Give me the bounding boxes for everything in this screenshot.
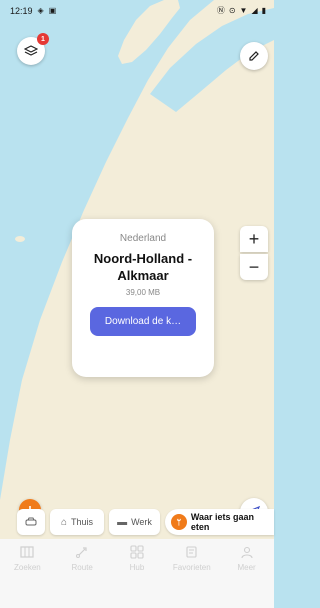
home-label: Thuis [71, 517, 94, 527]
status-bar: 12:19 ◈ ▣ Ⓝ ⊙ ▼ ◢ ▮ [0, 0, 274, 22]
work-chip[interactable]: ▬ Werk [109, 509, 160, 535]
status-time: 12:19 [10, 6, 33, 16]
more-icon [239, 544, 255, 560]
card-country: Nederland [119, 233, 167, 244]
zoom-in-icon: + [248, 228, 260, 249]
car-icon [25, 517, 37, 526]
nav-route[interactable]: Route [55, 539, 110, 608]
car-chip[interactable] [17, 509, 45, 535]
nav-more-label: Meer [237, 563, 256, 572]
nav-favorites[interactable]: Favorieten [164, 539, 219, 608]
home-icon: ⌂ [60, 516, 68, 528]
route-icon [74, 544, 90, 560]
cutlery-icon: ᛘ [171, 514, 187, 530]
zoom-out-button[interactable]: − [240, 254, 268, 280]
bottom-nav: Zoeken Route Hub Favorieten Meer [0, 539, 274, 608]
work-label: Werk [131, 517, 152, 527]
nav-favorites-label: Favorieten [172, 563, 211, 572]
edit-button[interactable] [240, 42, 268, 70]
nfc-icon: Ⓝ [216, 6, 225, 15]
nav-more[interactable]: Meer [219, 539, 274, 608]
eat-label: Waar iets gaan eten [190, 512, 255, 532]
nav-route-label: Route [71, 563, 93, 572]
wifi-alt-icon: ◈ [37, 6, 44, 15]
map-search-icon [19, 544, 35, 560]
layers-badge: 1 [37, 33, 49, 45]
zoom-out-icon: − [248, 256, 260, 277]
nav-search[interactable]: Zoeken [0, 539, 55, 608]
eat-chip[interactable]: ᛘ Waar iets gaan eten [165, 509, 274, 535]
briefcase-icon: ▬ [117, 516, 128, 528]
bookmark-icon [184, 544, 200, 560]
download-map-button[interactable]: Download de k… [90, 307, 196, 336]
nav-hub-label: Hub [129, 563, 145, 572]
shortcut-bar: ⌂ Thuis ▬ Werk ᛘ Waar iets gaan eten [0, 509, 274, 535]
card-size: 39,00 MB [125, 288, 161, 297]
wifi-icon: ▼ [239, 6, 248, 15]
home-chip[interactable]: ⌂ Thuis [50, 509, 104, 535]
location-icon: ⊙ [228, 6, 236, 15]
grid-icon [129, 544, 145, 560]
nav-hub[interactable]: Hub [110, 539, 165, 608]
zoom-in-button[interactable]: + [240, 226, 268, 252]
nav-search-label: Zoeken [14, 563, 41, 572]
signal-icon: ◢ [251, 6, 258, 15]
layers-icon [24, 45, 38, 56]
message-icon: ▣ [48, 6, 57, 15]
download-card: Nederland Noord-Holland - Alkmaar 39,00 … [72, 219, 214, 377]
pencil-icon [249, 51, 259, 61]
battery-icon: ▮ [261, 6, 266, 15]
card-region: Noord-Holland - Alkmaar [93, 251, 193, 283]
layers-button[interactable]: 1 [17, 33, 49, 65]
